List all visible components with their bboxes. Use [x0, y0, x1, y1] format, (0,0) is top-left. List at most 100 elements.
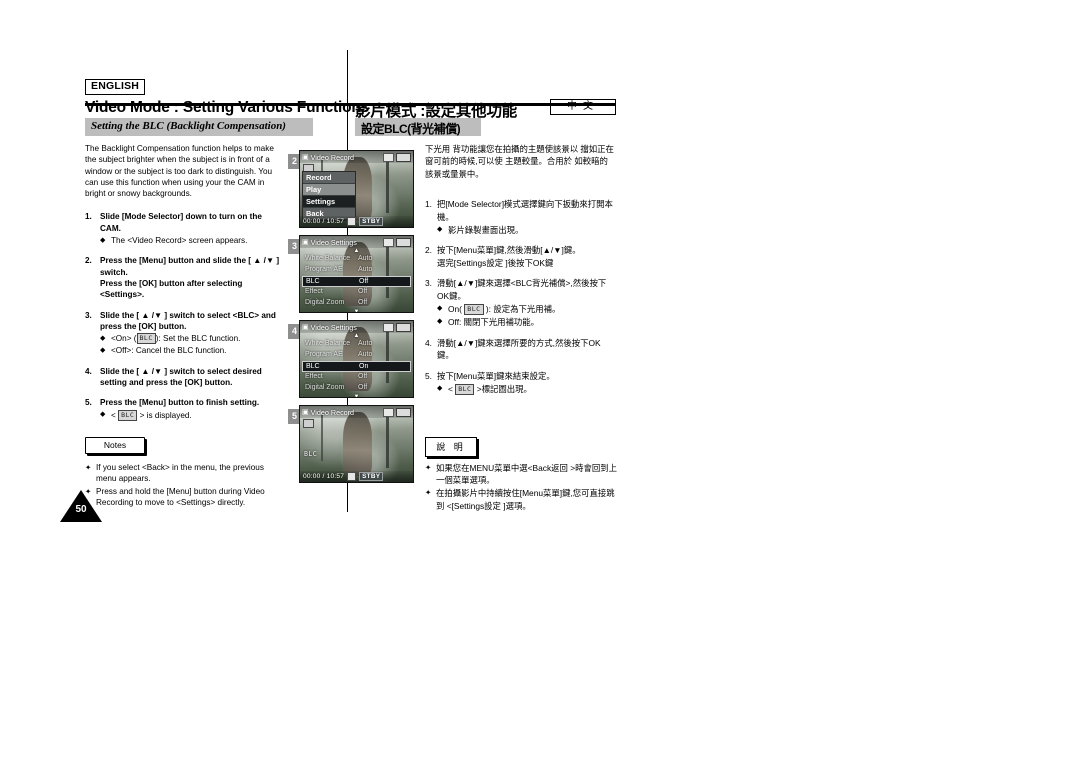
setting-value: Off [358, 288, 368, 295]
lcd-screen: ▣ Video Record Record Play Settings Back… [299, 150, 414, 228]
scroll-down-arrow-icon[interactable]: ▼ [302, 309, 411, 312]
setting-row-white-balance[interactable]: White Balance Auto [302, 339, 411, 350]
lcd-settings-list: ▲ White Balance Auto Program AE Auto BLC… [302, 333, 411, 397]
step-item: 4. Slide the [ ▲ /▼ ] switch to select d… [85, 366, 283, 389]
camcorder-icon: ▣ [302, 239, 309, 246]
lcd-settings-list: ▲ White Balance Auto Program AE Auto BLC… [302, 248, 411, 312]
osd-blc-indicator: BLC [304, 450, 318, 458]
setting-value: Auto [358, 266, 373, 273]
bullet-item: ◆ On( BLC ): 設定為下光用補。 [437, 303, 615, 316]
setting-row-program-ae[interactable]: Program AE Auto [302, 265, 411, 276]
note-item: ✦ 在拍攝影片中持續按住[Menu菜單]鍵,您可直接跳到 <[Settings設… [425, 487, 617, 511]
notes-items-english: ✦ If you select <Back> in the menu, the … [85, 462, 285, 508]
step-bullets: ◆ < BLC >標記圖出現。 [437, 383, 615, 396]
lcd-screen: ▣ Video Settings ▲ White Balance Auto Pr… [299, 235, 414, 313]
bullet-text-pre: < [111, 410, 119, 420]
bullet-text-pre: <On> ( [111, 334, 137, 344]
step-number: 4. [425, 337, 432, 348]
step-number: 5. [425, 370, 432, 381]
step-bullets: ◆ 影片錄製畫面出現。 [437, 224, 615, 236]
osd-status-badge: STBY [359, 217, 384, 226]
step-bullets: ◆ < BLC > is displayed. [100, 409, 283, 421]
setting-value: Off [358, 384, 368, 391]
bullet-text-post: > is displayed. [137, 410, 192, 420]
lcd-main-menu: Record Play Settings Back [302, 171, 356, 221]
setting-row-effect[interactable]: Effect Off [302, 287, 411, 298]
bullet-item: ◆ <On> (BLC): Set the BLC function. [100, 333, 283, 345]
setting-value: Auto [358, 255, 373, 262]
bullet-text-post: ): Set the BLC function. [155, 334, 241, 344]
manual-page: ENGLISH Video Mode : Setting Various Fun… [0, 0, 1080, 764]
notes-list-english: ✦ If you select <Back> in the menu, the … [85, 462, 285, 509]
step-number: 1. [425, 199, 432, 210]
page-number: 50 [75, 504, 87, 515]
camcorder-icon: ▣ [302, 409, 309, 416]
notes-list-chinese: ✦ 如果您在MENU菜單中選<Back返回 >時會回到上一個菜單選項。 ✦ 在拍… [425, 462, 617, 513]
intro-paragraph-english: The Backlight Compensation function help… [85, 143, 283, 199]
diamond-bullet-icon: ◆ [437, 304, 443, 312]
diamond-bullet-icon: ◆ [437, 317, 443, 325]
blc-indicator-icon: BLC [118, 409, 138, 421]
setting-row-white-balance[interactable]: White Balance Auto [302, 254, 411, 265]
intro-text-chinese: 下光用 背功能讓您在拍攝的主題使該景以 擋如正在窗可前的時候,可以使 主題較量。… [425, 144, 614, 179]
step-text: Slide the [ ▲ /▼ ] switch to select <BLC… [100, 310, 276, 331]
figure-step-2: 2 ▣ Video Record Record Play Settings Ba… [288, 150, 418, 228]
osd-timecode: 00:00 / 10:57 [303, 473, 345, 480]
setting-value: Auto [358, 340, 373, 347]
osd-bottom-bar: 00:00 / 10:57 STBY [300, 471, 413, 482]
step-number: 2. [85, 256, 92, 266]
figure-step-4: 4 ▣ Video Settings ▲ White Balance Auto [288, 320, 418, 398]
bullet-item: ◆ < BLC >標記圖出現。 [437, 383, 615, 396]
bullet-text-pre: On( [448, 304, 465, 315]
setting-row-digital-zoom[interactable]: Digital Zoom Off [302, 383, 411, 394]
setting-row-digital-zoom[interactable]: Digital Zoom Off [302, 298, 411, 309]
intro-text-english: The Backlight Compensation function help… [85, 144, 274, 199]
language-chip: ENGLISH [85, 79, 146, 96]
bullet-text: <Off>: Cancel the BLC function. [111, 346, 227, 356]
setting-key: White Balance [305, 255, 351, 262]
osd-mode-label: Video Settings [310, 237, 357, 247]
menu-item-settings[interactable]: Settings [303, 196, 355, 208]
language-chip-chinese: 中文 [550, 99, 616, 116]
diamond-bullet-icon: ◆ [100, 236, 106, 244]
setting-key: BLC [306, 278, 320, 285]
step-number: 3. [85, 310, 92, 320]
setting-key: Program AE [305, 266, 343, 273]
bullet-item: ◆ <Off>: Cancel the BLC function. [100, 345, 283, 356]
battery-icon [396, 322, 411, 332]
setting-row-program-ae[interactable]: Program AE Auto [302, 350, 411, 361]
setting-row-effect[interactable]: Effect Off [302, 372, 411, 383]
battery-icon [396, 407, 411, 417]
setting-key: Program AE [305, 351, 343, 358]
bullet-text: The <Video Record> screen appears. [111, 236, 248, 246]
step-bullets: ◆ The <Video Record> screen appears. [100, 235, 283, 246]
setting-key: Effect [305, 373, 323, 380]
setting-row-blc[interactable]: BLC On [302, 361, 411, 372]
clover-bullet-icon: ✦ [425, 463, 432, 472]
osd-status-badge: STBY [359, 472, 384, 481]
english-column: The Backlight Compensation function help… [85, 143, 283, 430]
step-item: 1. Slide [Mode Selector] down to turn on… [85, 211, 283, 246]
page-header: ENGLISH Video Mode : Setting Various Fun… [85, 76, 616, 120]
step-item: 5. 按下[Menu菜單]鍵來結束設定。 ◆ < BLC >標記圖出現。 [425, 370, 615, 396]
setting-key: White Balance [305, 340, 351, 347]
menu-item-play[interactable]: Play [303, 184, 355, 196]
step-number: 4. [85, 366, 92, 376]
page-number-badge: 50 [60, 490, 102, 522]
clover-bullet-icon: ✦ [85, 463, 92, 472]
scene-pole-secondary [321, 415, 324, 461]
diamond-bullet-icon: ◆ [100, 334, 106, 342]
step-bullets: ◆ On( BLC ): 設定為下光用補。 ◆ Off: 關閉下光用補功能。 [437, 303, 615, 329]
bullet-item: ◆ 影片錄製畫面出現。 [437, 224, 615, 236]
scroll-down-arrow-icon[interactable]: ▼ [302, 394, 411, 397]
notes-label-chinese: 說 明 [425, 437, 477, 457]
lcd-screen: ▣ Video Record BLC 00:00 / 10:57 STBY [299, 405, 414, 483]
osd-quality-icon [303, 419, 314, 428]
step-item: 4. 滑動[▲/▼]鍵來選擇所要的方式,然後按下OK鍵。 [425, 337, 615, 362]
bullet-text-post: ): 設定為下光用補。 [483, 304, 561, 315]
menu-item-record[interactable]: Record [303, 172, 355, 184]
bullet-text: Off: 關閉下光用補功能。 [448, 317, 540, 328]
setting-value: Auto [358, 351, 373, 358]
setting-row-blc[interactable]: BLC Off [302, 276, 411, 287]
note-text: 在拍攝影片中持續按住[Menu菜單]鍵,您可直接跳到 <[Settings設定 … [436, 488, 615, 511]
